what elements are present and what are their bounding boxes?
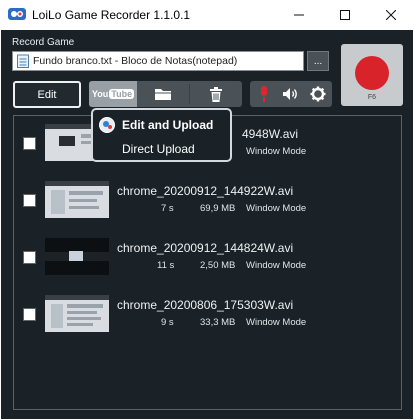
window-title: LoiLo Game Recorder 1.1.0.1: [32, 8, 191, 22]
capture-mode: Window Mode: [246, 146, 307, 157]
menu-item-direct-upload[interactable]: Direct Upload: [93, 137, 230, 161]
filename: chrome_20200912_144824W.avi: [117, 241, 294, 255]
file-size: 69,9 MB: [200, 203, 236, 214]
menu-item-label: Edit and Upload: [122, 118, 214, 132]
duration: 7 s: [161, 203, 174, 214]
select-checkbox[interactable]: [23, 137, 36, 150]
minimize-icon[interactable]: [276, 0, 322, 30]
menu-item-edit-and-upload[interactable]: Edit and Upload: [93, 113, 230, 137]
record-game-field[interactable]: Fundo branco.txt - Bloco de Notas(notepa…: [12, 51, 304, 71]
select-checkbox[interactable]: [23, 251, 36, 264]
video-thumbnail: [45, 295, 109, 332]
capture-mode: Window Mode: [246, 203, 307, 214]
upload-menu: Edit and Upload Direct Upload: [91, 108, 232, 162]
list-item[interactable]: chrome_20200912_144922W.avi 7 s 69,9 MB …: [14, 173, 401, 229]
filename: 4948W.avi: [242, 127, 299, 141]
delete-button[interactable]: [189, 81, 242, 107]
file-size: 33,3 MB: [200, 317, 236, 328]
youtube-label-tube: Tube: [109, 89, 135, 99]
microphone-button[interactable]: [250, 81, 277, 107]
browse-game-button[interactable]: ...: [307, 51, 329, 71]
duration: 11 s: [157, 260, 175, 271]
loilo-app-icon: [8, 8, 26, 20]
folder-icon: [155, 89, 171, 100]
close-icon[interactable]: [368, 0, 414, 30]
speaker-icon: [282, 88, 297, 100]
list-item[interactable]: chrome_20200806_175303W.avi 9 s 33,3 MB …: [14, 287, 401, 343]
menu-item-label: Direct Upload: [122, 142, 195, 156]
record-game-label: Record Game: [12, 37, 75, 48]
notepad-icon: [17, 54, 29, 68]
microphone-icon: [260, 86, 267, 102]
maximize-icon[interactable]: [322, 0, 368, 30]
duration: 9 s: [161, 317, 174, 328]
record-button[interactable]: F6: [341, 44, 403, 106]
list-item[interactable]: chrome_20200912_144824W.avi 11 s 2,50 MB…: [14, 230, 401, 286]
select-checkbox[interactable]: [23, 308, 36, 321]
select-checkbox[interactable]: [23, 194, 36, 207]
filename: chrome_20200912_144922W.avi: [117, 184, 294, 198]
speaker-button[interactable]: [277, 81, 304, 107]
gear-icon: [310, 86, 326, 102]
capture-mode: Window Mode: [246, 317, 307, 328]
file-size: 2,50 MB: [200, 260, 236, 271]
audio-tools-group: [250, 81, 332, 107]
capture-mode: Window Mode: [246, 260, 307, 271]
youtube-icon: You Tube: [91, 89, 135, 99]
edit-button[interactable]: Edit: [13, 81, 81, 108]
record-game-value: Fundo branco.txt - Bloco de Notas(notepa…: [33, 55, 238, 67]
youtube-upload-button[interactable]: You Tube: [89, 81, 137, 107]
loilo-edit-icon: [99, 117, 115, 133]
settings-button[interactable]: [304, 81, 332, 107]
filename: chrome_20200806_175303W.avi: [117, 298, 294, 312]
open-folder-button[interactable]: [137, 81, 189, 107]
video-thumbnail: [45, 238, 109, 275]
file-tools-group: You Tube: [89, 81, 242, 107]
record-hotkey-label: F6: [367, 94, 377, 101]
title-bar: LoiLo Game Recorder 1.1.0.1: [0, 0, 414, 30]
video-thumbnail: [45, 181, 109, 218]
trash-icon: [209, 86, 222, 102]
youtube-label-you: You: [91, 89, 109, 99]
record-dot-icon: [355, 56, 389, 90]
